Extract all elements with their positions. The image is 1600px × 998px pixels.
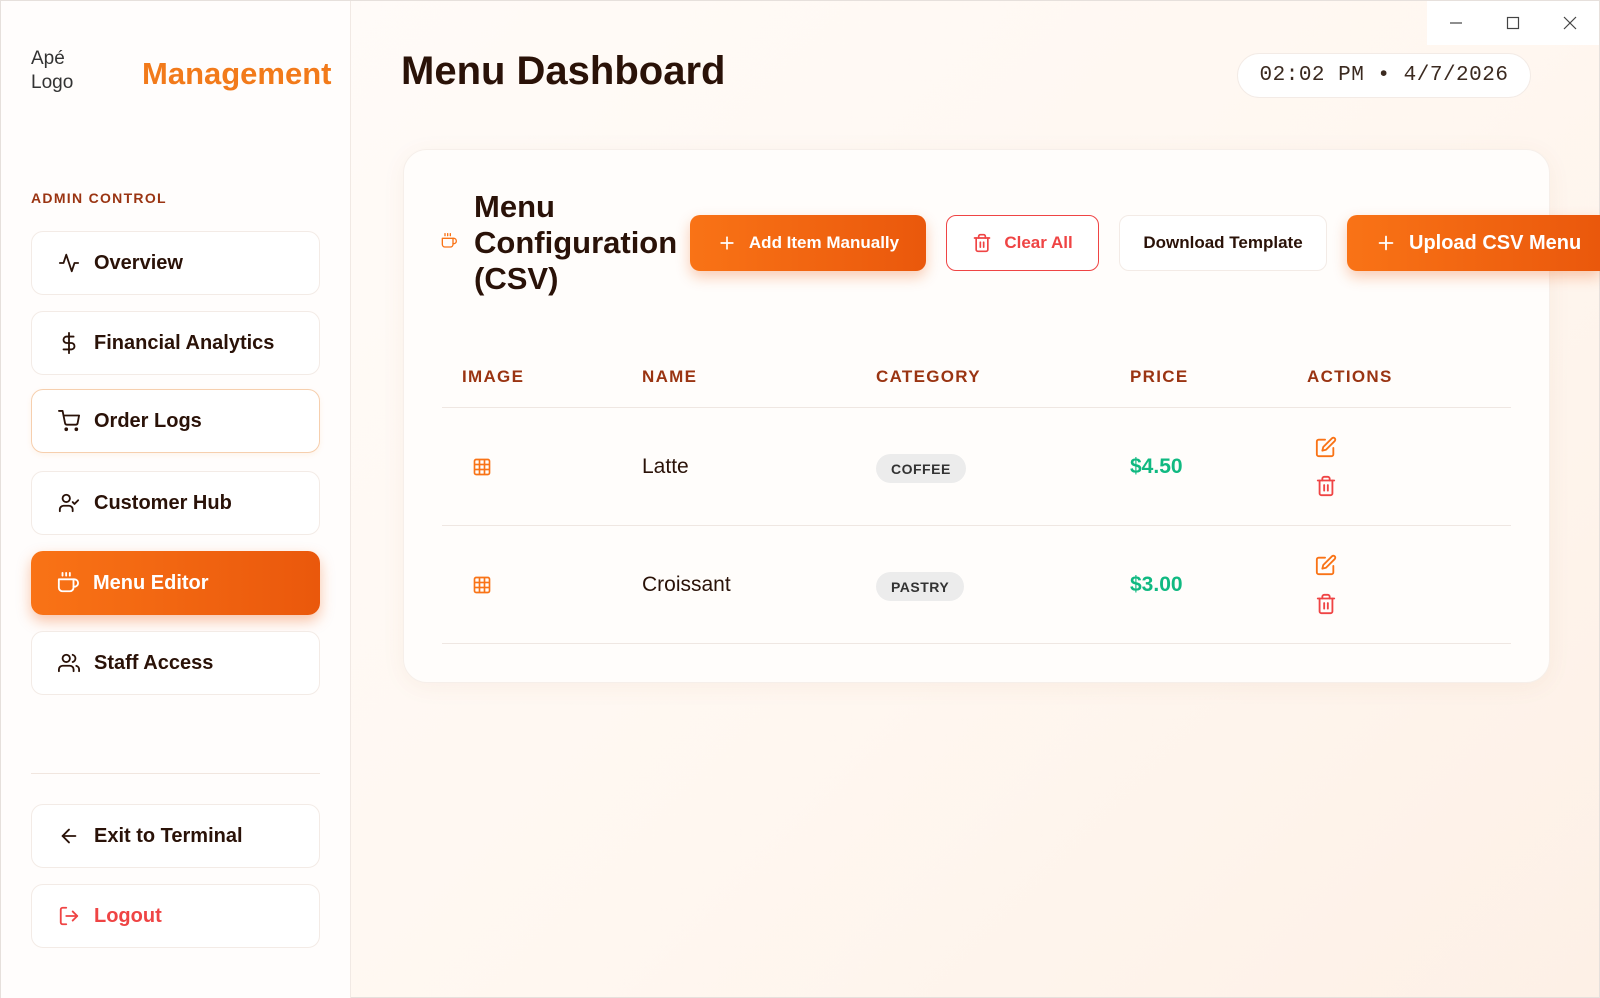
delete-icon[interactable] [1315,475,1337,497]
sidebar-item-order-logs[interactable]: Order Logs [31,389,320,453]
clear-all-label: Clear All [1004,233,1073,252]
arrow-left-icon [57,824,81,848]
category-badge: PASTRY [876,572,965,601]
logout-label: Logout [94,904,162,927]
window-controls [1427,1,1599,45]
item-price: $3.00 [1130,573,1183,596]
edit-icon[interactable] [1315,554,1337,576]
image-placeholder-icon [472,575,492,595]
sidebar-item-overview[interactable]: Overview [31,231,320,295]
users-icon [57,651,81,675]
table-divider [442,643,1511,644]
column-header-category: CATEGORY [876,367,981,386]
column-header-image: IMAGE [462,367,525,386]
coffee-icon [56,571,80,595]
sidebar-item-label: Customer Hub [94,491,232,514]
cart-icon [57,409,81,433]
logo-image: Apé Logo [31,48,74,93]
dollar-icon [57,331,81,355]
minimize-button[interactable] [1427,1,1484,45]
activity-icon [57,251,81,275]
column-header-price: PRICE [1130,367,1189,386]
logout-icon [57,904,81,928]
maximize-button[interactable] [1484,1,1541,45]
minimize-icon [1449,22,1462,24]
upload-csv-button[interactable]: Upload CSV Menu [1347,215,1600,271]
maximize-icon [1506,16,1519,30]
sidebar-item-label: Order Logs [94,409,202,432]
brand: Apé Logo Management [31,47,331,95]
exit-to-terminal-button[interactable]: Exit to Terminal [31,804,320,868]
add-item-button[interactable]: Add Item Manually [690,215,926,271]
trash-icon [972,233,992,253]
sidebar-item-staff-access[interactable]: Staff Access [31,631,320,695]
close-icon [1563,16,1576,30]
category-badge: COFFEE [876,454,966,483]
sidebar-item-menu-editor[interactable]: Menu Editor [31,551,320,615]
add-item-label: Add Item Manually [748,233,900,252]
column-header-actions: ACTIONS [1307,367,1393,386]
image-placeholder-icon [472,457,492,477]
table-divider [442,407,1511,408]
download-template-button[interactable]: Download Template [1119,215,1327,271]
page-title: Menu Dashboard [401,49,726,93]
sidebar-item-financial-analytics[interactable]: Financial Analytics [31,311,320,375]
table-divider [442,525,1511,526]
brand-title: Management [142,56,332,91]
exit-label: Exit to Terminal [94,824,243,847]
sidebar-item-label: Overview [94,251,183,274]
app-window: Apé Logo Management ADMIN CONTROL Overvi… [0,0,1600,998]
sidebar-item-label: Menu Editor [93,571,209,594]
plus-icon [717,233,737,253]
section-label: ADMIN CONTROL [31,190,167,206]
sidebar-item-label: Staff Access [94,651,214,674]
item-price: $4.50 [1130,455,1183,478]
column-header-name: NAME [642,367,698,386]
item-name: Croissant [642,573,731,596]
coffee-icon [441,233,457,254]
upload-csv-label: Upload CSV Menu [1409,231,1582,254]
download-template-label: Download Template [1143,233,1303,252]
logout-button[interactable]: Logout [31,884,320,948]
sidebar-item-customer-hub[interactable]: Customer Hub [31,471,320,535]
delete-icon[interactable] [1315,593,1337,615]
clear-all-button[interactable]: Clear All [946,215,1099,271]
sidebar-item-label: Financial Analytics [94,331,275,354]
plus-icon [1375,232,1397,254]
sidebar: Apé Logo Management ADMIN CONTROL Overvi… [1,1,351,998]
user-check-icon [57,491,81,515]
card-title: Menu Configuration (CSV) [474,189,678,296]
sidebar-divider [31,773,320,774]
clock-display: 02:02 PM • 4/7/2026 [1237,53,1531,98]
item-name: Latte [642,455,689,478]
edit-icon[interactable] [1315,436,1337,458]
close-button[interactable] [1541,1,1598,45]
